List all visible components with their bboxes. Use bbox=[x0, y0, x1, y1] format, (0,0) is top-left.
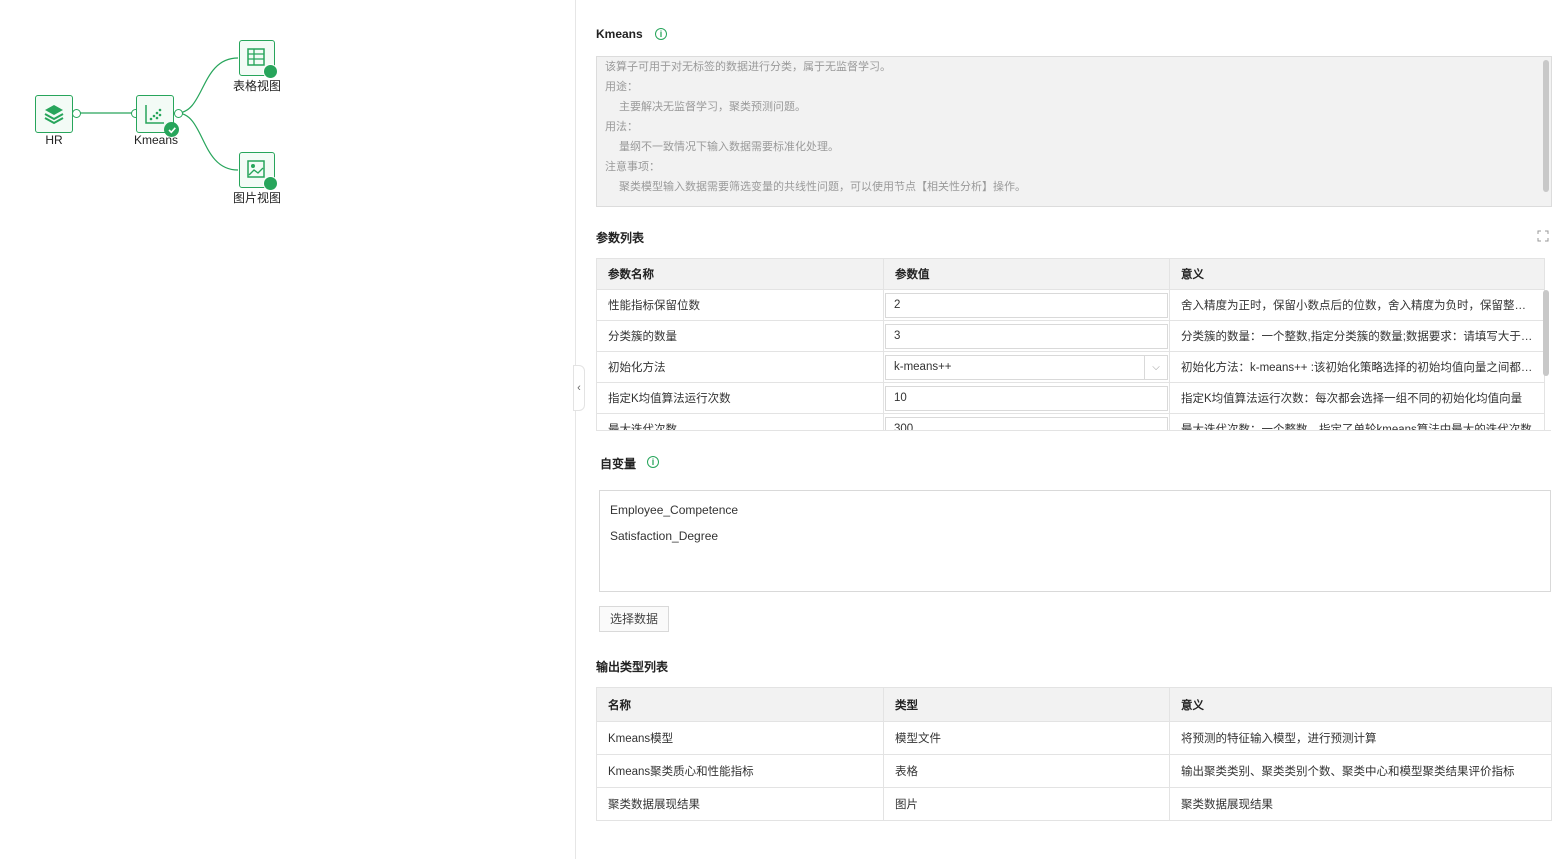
column-header: 类型 bbox=[883, 687, 1170, 722]
description-line: 用法： bbox=[605, 121, 638, 133]
output-types-table: 名称 类型 意义 Kmeans模型 模型文件 将预测的特征输入模型，进行预测计算 Km… bbox=[596, 687, 1552, 821]
param-name: 性能指标保留位数 bbox=[596, 289, 884, 321]
image-view-node[interactable] bbox=[239, 152, 278, 191]
params-header-row: 参数名称 参数值 意义 bbox=[596, 258, 1545, 290]
param-value-cell: 10 bbox=[883, 382, 1170, 414]
table-row: 聚类数据展现结果 图片 聚类数据展现结果 bbox=[596, 787, 1552, 821]
param-meaning: 舍入精度为正时，保留小数点后的位数，舍入精度为负时，保留整数部分的位数 bbox=[1169, 289, 1545, 321]
hr-node-label: HR bbox=[45, 133, 63, 147]
properties-panel: Kmeans i 该算子可用于对无标签的数据进行分类，属于无监督学习。 用途： 主要… bbox=[576, 0, 1562, 859]
param-value-cell: 300 bbox=[883, 413, 1170, 431]
column-header: 参数值 bbox=[883, 258, 1170, 290]
param-meaning: 指定K均值算法运行次数：每次都会选择一组不同的初始化均值向量 bbox=[1169, 382, 1545, 414]
chevron-down-icon[interactable]: ⌵ bbox=[1144, 355, 1167, 379]
param-name: 最大迭代次数 bbox=[596, 413, 884, 430]
table-row: 最大迭代次数 300 最大迭代次数：一个整数，指定了单轮kmeans算法中最大的迭代… bbox=[596, 413, 1545, 431]
variables-section-title: 自变量 bbox=[600, 457, 637, 471]
expand-icon[interactable] bbox=[1537, 230, 1549, 242]
variables-list[interactable]: Employee_Competence Satisfaction_Degree bbox=[599, 490, 1551, 592]
column-header: 名称 bbox=[596, 687, 884, 722]
column-header: 意义 bbox=[1169, 687, 1552, 722]
kmeans-node[interactable] bbox=[136, 95, 179, 137]
kmeans-output-port[interactable] bbox=[174, 109, 183, 118]
params-scrollbar[interactable] bbox=[1543, 290, 1549, 376]
param-meaning: 分类簇的数量：一个整数,指定分类簇的数量;数据要求：请填写大于1的整数 bbox=[1169, 320, 1545, 352]
param-meaning: 初始化方法：k-means++ :该初始化策略选择的初始均值向量之间都距离比较远 bbox=[1169, 351, 1545, 383]
kmeans-node-label: Kmeans bbox=[133, 133, 179, 147]
info-icon[interactable]: i bbox=[647, 456, 659, 468]
output-name: Kmeans模型 bbox=[596, 721, 884, 755]
output-section-title: 输出类型列表 bbox=[596, 660, 669, 674]
param-value-text: 300 bbox=[894, 422, 914, 431]
param-value-input[interactable]: 2 bbox=[885, 292, 1168, 318]
output-header-row: 名称 类型 意义 bbox=[596, 687, 1552, 722]
image-view-label: 图片视图 bbox=[232, 191, 282, 205]
description-line: 聚类模型输入数据需要筛选变量的共线性问题，可以使用节点【相关性分析】操作。 bbox=[619, 181, 1026, 193]
param-value-text: 2 bbox=[894, 298, 901, 311]
list-item[interactable]: Employee_Competence bbox=[600, 497, 1550, 523]
table-row: 初始化方法 k-means++ ⌵ 初始化方法：k-means++ :该初始化策略选择… bbox=[596, 351, 1545, 383]
params-table-container: 参数名称 参数值 意义 性能指标保留位数 2 舍入精度为正时，保留小数点后的位数，舍… bbox=[596, 258, 1551, 431]
output-type: 模型文件 bbox=[883, 721, 1170, 755]
output-type: 图片 bbox=[883, 787, 1170, 821]
info-icon[interactable]: i bbox=[655, 28, 667, 40]
param-value-text: k-means++ bbox=[894, 360, 952, 373]
params-table: 参数名称 参数值 意义 性能指标保留位数 2 舍入精度为正时，保留小数点后的位数，舍… bbox=[596, 258, 1545, 431]
param-value-cell: 2 bbox=[883, 289, 1170, 321]
connection-lines bbox=[76, 57, 239, 171]
output-type: 表格 bbox=[883, 754, 1170, 788]
description-line: 注意事项： bbox=[605, 161, 660, 173]
table-row: 指定K均值算法运行次数 10 指定K均值算法运行次数：每次都会选择一组不同的初始化均… bbox=[596, 382, 1545, 414]
param-value-text: 10 bbox=[894, 391, 907, 404]
output-meaning: 将预测的特征输入模型，进行预测计算 bbox=[1169, 721, 1552, 755]
scatter-plot-icon bbox=[145, 105, 164, 124]
param-name: 初始化方法 bbox=[596, 351, 884, 383]
column-header: 参数名称 bbox=[596, 258, 884, 290]
param-value-input[interactable]: 3 bbox=[885, 323, 1168, 349]
param-value-text: 3 bbox=[894, 329, 901, 342]
param-name: 指定K均值算法运行次数 bbox=[596, 382, 884, 414]
layers-icon bbox=[44, 105, 64, 125]
description-line: 用途： bbox=[605, 81, 638, 93]
table-view-node[interactable] bbox=[239, 40, 278, 79]
param-value-select[interactable]: k-means++ ⌵ bbox=[885, 354, 1168, 380]
table-row: Kmeans聚类质心和性能指标 表格 输出聚类类别、聚类类别个数、聚类中心和模型聚类… bbox=[596, 754, 1552, 788]
output-name: Kmeans聚类质心和性能指标 bbox=[596, 754, 884, 788]
hr-output-port[interactable] bbox=[72, 109, 81, 118]
operator-description: 该算子可用于对无标签的数据进行分类，属于无监督学习。 用途： 主要解决无监督学习，聚… bbox=[596, 56, 1552, 207]
output-meaning: 聚类数据展现结果 bbox=[1169, 787, 1552, 821]
table-view-label: 表格视图 bbox=[232, 79, 282, 93]
select-data-button[interactable]: 选择数据 bbox=[599, 606, 669, 632]
list-item[interactable]: Satisfaction_Degree bbox=[600, 523, 1550, 549]
param-meaning: 最大迭代次数：一个整数，指定了单轮kmeans算法中最大的迭代次数 bbox=[1169, 413, 1545, 430]
output-name: 聚类数据展现结果 bbox=[596, 787, 884, 821]
param-value-input[interactable]: 10 bbox=[885, 385, 1168, 411]
description-line: 量纲不一致情况下输入数据需要标准化处理。 bbox=[619, 141, 839, 153]
description-line: 该算子可用于对无标签的数据进行分类，属于无监督学习。 bbox=[605, 61, 891, 73]
workflow-canvas[interactable]: HR Kmeans 表格视图 图片视图 bbox=[0, 0, 575, 859]
table-row: 分类簇的数量 3 分类簇的数量：一个整数,指定分类簇的数量;数据要求：请填写大于1的… bbox=[596, 320, 1545, 352]
table-row: 性能指标保留位数 2 舍入精度为正时，保留小数点后的位数，舍入精度为负时，保留整数部… bbox=[596, 289, 1545, 321]
description-line: 主要解决无监督学习，聚类预测问题。 bbox=[619, 101, 806, 113]
param-value-cell: k-means++ ⌵ bbox=[883, 351, 1170, 383]
column-header: 意义 bbox=[1169, 258, 1545, 290]
param-value-cell: 3 bbox=[883, 320, 1170, 352]
table-row: Kmeans模型 模型文件 将预测的特征输入模型，进行预测计算 bbox=[596, 721, 1552, 755]
params-section-title: 参数列表 bbox=[596, 231, 645, 245]
operator-title: Kmeans bbox=[596, 27, 643, 41]
param-value-input[interactable]: 300 bbox=[885, 416, 1168, 431]
output-meaning: 输出聚类类别、聚类类别个数、聚类中心和模型聚类结果评价指标 bbox=[1169, 754, 1552, 788]
hr-data-node[interactable] bbox=[35, 95, 73, 133]
param-name: 分类簇的数量 bbox=[596, 320, 884, 352]
description-scrollbar[interactable] bbox=[1543, 60, 1549, 192]
